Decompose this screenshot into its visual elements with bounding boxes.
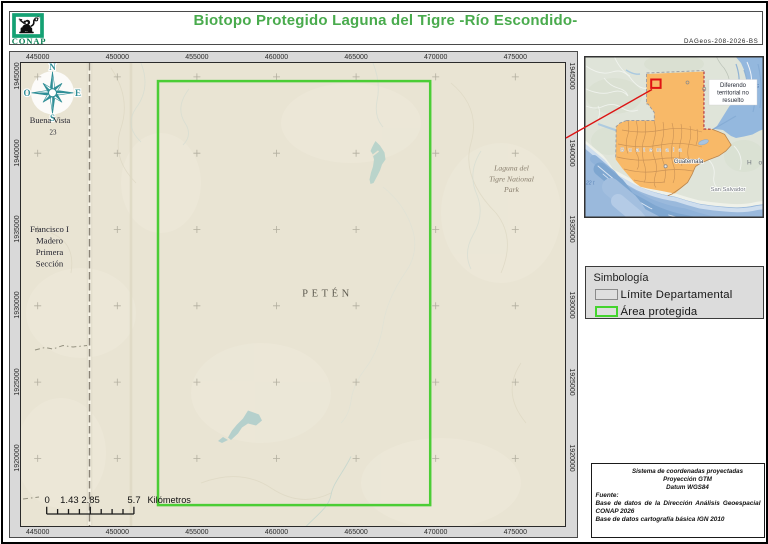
svg-text:5.7: 5.7 bbox=[127, 494, 140, 505]
svg-text:Laguna del: Laguna del bbox=[493, 163, 529, 172]
svg-text:Park: Park bbox=[503, 185, 520, 194]
svg-text:Buena Vista: Buena Vista bbox=[30, 116, 71, 125]
svg-text:CONAP: CONAP bbox=[11, 36, 46, 46]
svg-text:Primera: Primera bbox=[36, 247, 64, 257]
svg-text:Kilómetros: Kilómetros bbox=[147, 494, 191, 504]
svg-text:Sección: Sección bbox=[36, 258, 64, 268]
svg-text:San Salvador: San Salvador bbox=[710, 187, 745, 193]
svg-text:1.43: 1.43 bbox=[60, 494, 79, 505]
svg-text:Madero: Madero bbox=[36, 235, 64, 245]
svg-text:Guatemala: Guatemala bbox=[673, 159, 703, 165]
svg-text:Diferendo: Diferendo bbox=[719, 83, 746, 89]
svg-text:O: O bbox=[23, 87, 30, 97]
svg-text:territorial no: territorial no bbox=[717, 91, 749, 97]
svg-text:Tigre National: Tigre National bbox=[489, 174, 534, 183]
svg-text:0: 0 bbox=[44, 494, 49, 505]
svg-text:Francisco I: Francisco I bbox=[30, 224, 69, 234]
svg-text:22 t: 22 t bbox=[585, 181, 595, 187]
svg-text:Guatemala: Guatemala bbox=[620, 148, 686, 154]
svg-text:2.85: 2.85 bbox=[81, 494, 100, 505]
svg-text:PETÉN: PETÉN bbox=[302, 287, 353, 299]
svg-text:H o: H o bbox=[747, 160, 764, 167]
svg-text:E: E bbox=[75, 87, 81, 97]
svg-text:resuelto: resuelto bbox=[722, 98, 744, 104]
svg-text:N: N bbox=[49, 63, 56, 72]
svg-text:23: 23 bbox=[49, 128, 57, 136]
